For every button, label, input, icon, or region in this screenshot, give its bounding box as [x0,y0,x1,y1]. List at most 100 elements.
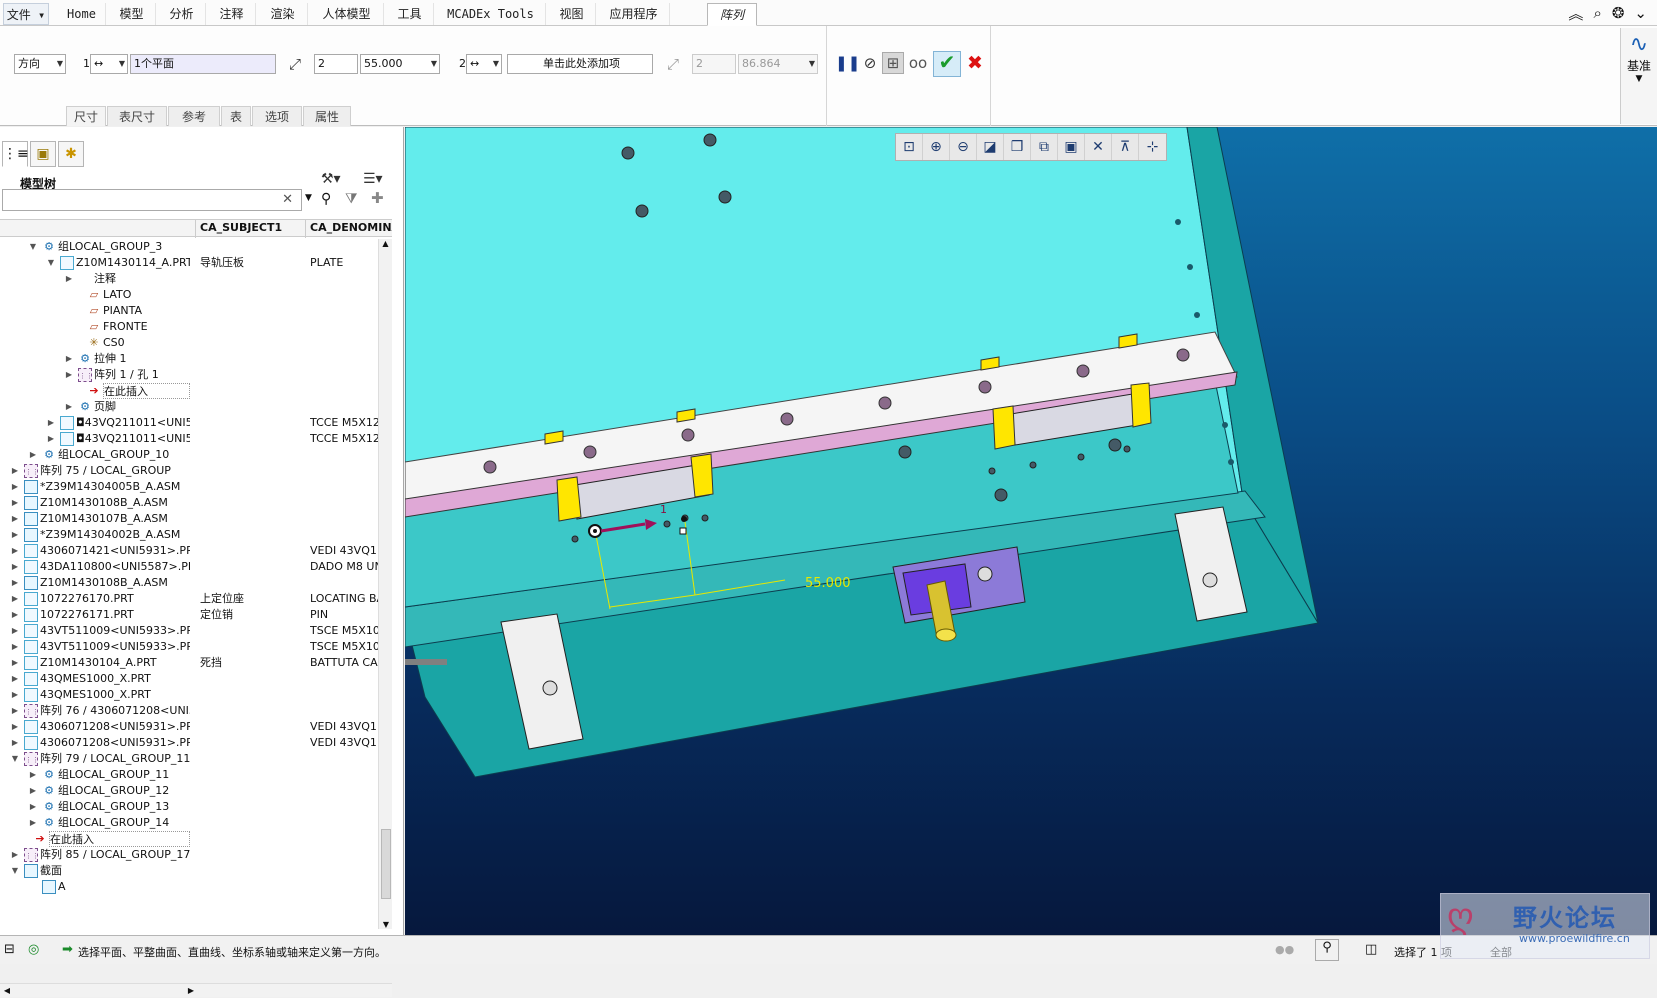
tree-row[interactable]: ▶ ◘43VQ211011<UNI593 TCCE M5X12 [0,431,392,447]
tab-manikin[interactable]: 人体模型 [310,3,384,25]
tree-row[interactable]: ▶ ⋮⋮ 阵列 1 / 孔 1 [0,367,392,383]
expand-icon[interactable]: ▶ [10,591,20,607]
dir1-reference-field[interactable]: 1个平面 [130,54,276,74]
expand-icon[interactable]: ▶ [10,719,20,735]
tree-row[interactable]: ▶ ⚙ 组LOCAL_GROUP_13 [0,799,392,815]
dir1-count-input[interactable]: 2 [314,54,358,74]
tree-row[interactable]: ▶ ⋮⋮阵列 76 / 4306071208<UNI5931 [0,703,392,719]
expand-icon[interactable]: ▶ [10,543,20,559]
tree-row[interactable]: ▶ 43VT511009<UNI5933>.PRT TSCE M5X10 [0,639,392,655]
expand-icon[interactable]: ▶ [10,495,20,511]
datum-display-icon[interactable]: ✕ [1085,134,1112,160]
expand-icon[interactable]: ▶ [10,623,20,639]
saved-views-icon[interactable]: ⧉ [1031,134,1058,160]
layer-tree-tab[interactable]: ▣ [30,141,56,167]
browser-toggle-icon[interactable]: ◎ [28,942,39,957]
zoom-out-icon[interactable]: ⊖ [950,134,977,160]
display-style-icon[interactable]: ❒ [1004,134,1031,160]
scroll-thumb[interactable] [381,829,391,899]
search-dropdown-icon[interactable]: ▼ [305,193,312,203]
scroll-right-icon[interactable]: ▶ [184,984,198,998]
tree-row[interactable]: ▶ 4306071208<UNI5931>.PRT VEDI 43VQ11 [0,719,392,735]
expand-icon[interactable]: ▶ [46,415,56,431]
tree-row[interactable]: A [0,879,392,895]
expand-icon[interactable]: ▶ [10,735,20,751]
tree-row[interactable]: ▶ 43DA110800<UNI5587>.PRT DADO M8 UNI [0,559,392,575]
tree-row[interactable]: ✳ CS0 [0,335,392,351]
tab-pattern[interactable]: 阵列 [707,3,757,26]
file-menu[interactable]: 文件 ▾ [3,3,49,25]
collapse-icon[interactable]: ▼ [28,239,38,255]
expand-icon[interactable]: ▶ [46,431,56,447]
expand-icon[interactable]: ▶ [28,815,38,831]
collapse-icon[interactable]: ▼ [10,751,20,767]
tab-tools[interactable]: 工具 [386,3,434,25]
expand-icon[interactable]: ▶ [64,351,74,367]
scroll-down-icon[interactable]: ▼ [379,920,393,929]
tree-row[interactable]: ▶ ⚙ 拉伸 1 [0,351,392,367]
tree-row[interactable]: ▶ 43VT511009<UNI5933>.PRT TSCE M5X10 [0,623,392,639]
tab-view[interactable]: 视图 [548,3,596,25]
tree-row[interactable]: ▶ 4306071208<UNI5931>.PRT VEDI 43VQ11 [0,735,392,751]
horizontal-scrollbar[interactable]: ◀ ▶ [0,983,392,997]
tab-home[interactable]: Home [58,3,106,25]
dir2-flip-select[interactable]: ↔ [466,54,502,74]
tab-tables[interactable]: 表 [221,106,251,126]
tab-options[interactable]: 选项 [252,106,302,126]
annotation-display-icon[interactable]: ⊼ [1112,134,1139,160]
scroll-up-icon[interactable]: ▲ [379,239,392,248]
tree-row[interactable]: ▶ ⚙ 页脚 [0,399,392,415]
dir1-flip-select[interactable]: ↔ [90,54,128,74]
expand-icon[interactable]: ▶ [28,799,38,815]
expand-icon[interactable]: ▶ [28,767,38,783]
navigator-toggle-icon[interactable]: ⊟ [4,942,15,957]
collapse-icon[interactable]: ▼ [10,863,20,879]
tree-row[interactable]: ▶ 4306071421<UNI5931>.PRT VEDI 43VQ11 [0,543,392,559]
expand-icon[interactable]: ▶ [64,271,74,287]
favorites-tab[interactable]: ✱ [58,141,84,167]
tree-row[interactable]: ▶ 注释 [0,271,392,287]
flip-direction-icon[interactable]: ⤢ [284,53,306,75]
accept-icon[interactable]: ✔ [933,51,961,77]
view-manager-icon[interactable]: ▣ [1058,134,1085,160]
expand-icon[interactable]: ▶ [10,671,20,687]
expand-icon[interactable]: ▶ [10,559,20,575]
expand-icon[interactable]: ▶ [10,687,20,703]
tree-row[interactable]: ▼ 截面 [0,863,392,879]
dir2-reference-field[interactable]: 单击此处添加项 [507,54,653,74]
expand-icon[interactable]: ▶ [28,783,38,799]
tree-row[interactable]: ▶ ⋮⋮ 阵列 85 / LOCAL_GROUP_17 [0,847,392,863]
help-icon[interactable]: ❂ [1612,4,1625,22]
show-menu-icon[interactable]: ☰▾ [363,171,383,187]
zoom-in-icon[interactable]: ⊕ [923,134,950,160]
expand-icon[interactable]: ▶ [10,575,20,591]
repaint-icon[interactable]: ◪ [977,134,1004,160]
dir1-spacing-input[interactable]: 55.000 [360,54,440,74]
tree-row[interactable]: ➔ 在此插入 [0,831,392,847]
tree-row[interactable]: ▶ 1072276170.PRT 上定位座 LOCATING BA [0,591,392,607]
tab-table-dimensions[interactable]: 表尺寸 [107,106,167,126]
tree-row[interactable]: ▱ LATO [0,287,392,303]
more-icon[interactable]: ⌄ [1634,4,1647,22]
expand-icon[interactable]: ▶ [28,447,38,463]
col-denomination-header[interactable]: CA_DENOMINA [310,221,392,234]
tree-row[interactable]: ➔ 在此插入 [0,383,392,399]
tree-row[interactable]: ▶ Z10M1430108B_A.ASM [0,495,392,511]
tree-row[interactable]: ▼ Z10M1430114_A.PRT 导轨压板 PLATE [0,255,392,271]
verify-preview-icon[interactable]: ⊞ [882,52,904,74]
tree-row[interactable]: ▼ ⋮⋮ 阵列 79 / LOCAL_GROUP_11 [0,751,392,767]
expand-icon[interactable]: ▶ [10,607,20,623]
filter-icon[interactable]: ⧩ [345,191,358,207]
pause-icon[interactable]: ❚❚ [834,52,860,74]
expand-icon[interactable]: ▶ [64,399,74,415]
tree-row[interactable]: ▶ *Z39M14304002B_A.ASM [0,527,392,543]
tree-row[interactable]: ▶ ⋮⋮ 阵列 75 / LOCAL_GROUP [0,463,392,479]
tree-row[interactable]: ▶ ⚙ 组LOCAL_GROUP_10 [0,447,392,463]
tab-properties[interactable]: 属性 [303,106,351,126]
tree-row[interactable]: ▶ Z10M1430108B_A.ASM [0,575,392,591]
glasses-preview-icon[interactable]: oo [907,52,929,74]
tree-row[interactable]: ▶ 43QMES1000_X.PRT [0,687,392,703]
tab-references[interactable]: 参考 [168,106,220,126]
datum-group[interactable]: ∿ 基准 ▼ [1620,28,1657,124]
no-preview-icon[interactable]: ⊘ [859,52,881,74]
